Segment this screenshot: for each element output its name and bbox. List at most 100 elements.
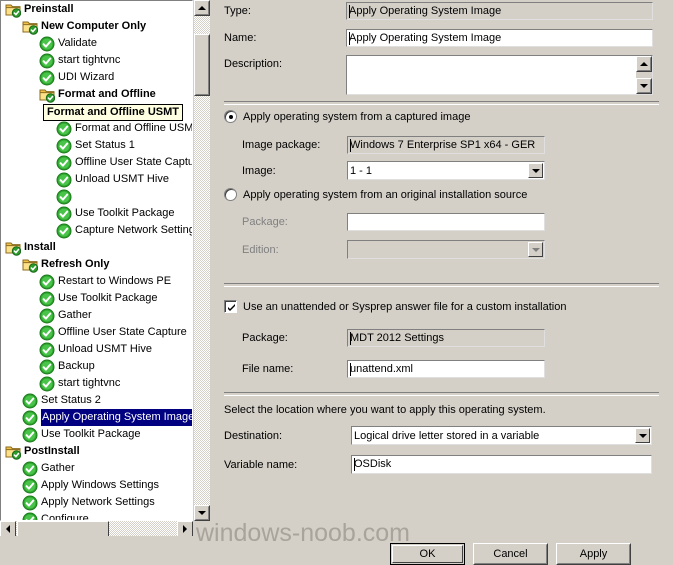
tree-node[interactable]: Preinstall [1,1,192,18]
radio-icon-selected [224,110,237,123]
tree-vertical-scrollbar[interactable] [194,0,210,521]
tree-node[interactable]: PostInstall [1,443,192,460]
scrollbar-thumb[interactable] [194,34,210,96]
scroll-up-button[interactable] [194,0,210,16]
scroll-right-button[interactable] [177,521,193,537]
original-source-radio[interactable]: Apply operating system from an original … [224,188,527,201]
tree-node-label: Format and Offline [58,88,156,100]
type-label: Type: [224,5,251,17]
tree-node[interactable]: start tightvnc [1,52,192,69]
green-check-icon [56,138,72,154]
scroll-left-button[interactable] [0,521,16,537]
folder-check-icon [22,257,38,273]
properties-form: Type: Apply Operating System Image Name:… [210,0,673,536]
tree-node[interactable]: New Computer Only [1,18,192,35]
green-check-icon [39,325,55,341]
scrollbar-thumb-horizontal[interactable] [17,521,109,537]
tree-node[interactable]: UDI Wizard [1,69,192,86]
chevron-down-icon[interactable] [528,163,543,178]
apply-button[interactable]: Apply [556,543,631,565]
tree-node-label: Apply Operating System Image [41,409,192,426]
tree-node[interactable]: Apply Network Settings [1,494,192,511]
description-input[interactable] [346,55,653,95]
original-package-label: Package: [242,216,288,228]
image-package-row: Image package: Windows 7 Enterprise SP1 … [242,136,545,154]
green-check-icon [56,155,72,171]
folder-check-icon [5,444,21,460]
tree-node[interactable]: Format and Offline [1,86,192,103]
tree-horizontal-scrollbar[interactable] [0,521,193,537]
name-row: Name: Apply Operating System Image [224,29,653,47]
unattend-package-row: Package: MDT 2012 Settings [242,329,545,347]
tree-node[interactable]: Gather [1,460,192,477]
tree-node-label: Use Toolkit Package [75,207,175,219]
dialog-button-row: OK Cancel Apply [390,543,631,565]
file-name-input[interactable]: unattend.xml [347,360,545,378]
edition-label: Edition: [242,243,279,256]
green-check-icon [22,495,38,511]
radio-icon-unselected [224,188,237,201]
tree-node[interactable]: Format and Offline USMT [1,120,192,137]
tree-node[interactable]: Refresh Only [1,256,192,273]
destination-row: Destination: Logical drive letter stored… [224,426,652,445]
unattend-package-label: Package: [242,332,288,344]
name-input[interactable]: Apply Operating System Image [346,29,653,47]
unattend-checkbox[interactable]: Use an unattended or Sysprep answer file… [224,300,566,313]
tree-node[interactable]: Use Toolkit Package [1,205,192,222]
tree-node[interactable]: Restart to Windows PE [1,273,192,290]
task-sequence-editor-dialog: Preinstall New Computer Only Validate start… [0,0,673,565]
tree-node[interactable]: Offline User State Capture [1,324,192,341]
tree-node-label: Unload USMT Hive [75,173,169,185]
divider-1 [224,101,659,105]
tree-node[interactable]: Offline User State Capture [1,154,192,171]
tree-node[interactable]: Backup [1,358,192,375]
cancel-label: Cancel [493,548,528,560]
tree-node-label: Apply Network Settings [41,496,155,508]
tree-node[interactable]: Use Toolkit Package [1,290,192,307]
green-check-icon [22,478,38,494]
tree-node-label: Unload USMT Hive [58,343,152,355]
green-check-icon [56,206,72,222]
variable-name-label: Variable name: [224,458,298,471]
task-sequence-tree[interactable]: Preinstall New Computer Only Validate start… [0,0,193,521]
tree-node[interactable]: start tightvnc [1,375,192,392]
tree-node[interactable]: Install [1,239,192,256]
green-check-icon [39,36,55,52]
destination-dropdown[interactable]: Logical drive letter stored in a variabl… [351,426,652,445]
tree-node[interactable]: Apply Operating System Image [1,409,192,426]
tree-node-label: Use Toolkit Package [41,428,141,440]
tree-node[interactable]: Set Status 1 [1,137,192,154]
tree-node[interactable]: Capture Network Settings [1,222,192,239]
folder-check-icon [22,19,38,35]
green-check-icon [56,172,72,188]
divider-3 [224,392,659,396]
arrow-down-icon [640,84,648,88]
green-check-icon [22,410,38,426]
tree-node[interactable]: Use Toolkit Package [1,426,192,443]
type-field: Apply Operating System Image [346,2,653,20]
destination-instruction-row: Select the location where you want to ap… [224,404,546,416]
destination-instruction: Select the location where you want to ap… [224,404,546,416]
cancel-button[interactable]: Cancel [473,543,548,565]
tree-node[interactable]: Configure [1,511,192,520]
image-dropdown[interactable]: 1 - 1 [347,161,545,180]
tree-node-label: Refresh Only [41,258,110,270]
tree-node[interactable]: Set Status 2 [1,392,192,409]
image-dropdown-value: 1 - 1 [350,165,373,177]
description-scrollbar[interactable] [636,56,652,94]
tree-node[interactable]: Validate [1,35,192,52]
tree-node-label: Capture Network Settings [75,224,193,236]
chevron-down-icon[interactable] [635,428,650,443]
tree-node[interactable]: Unload USMT Hive [1,171,192,188]
tree-node-label: Gather [58,309,92,321]
tree-node[interactable]: Apply Windows Settings [1,477,192,494]
variable-name-input[interactable]: OSDisk [351,455,652,474]
green-check-icon [22,461,38,477]
tree-node[interactable]: Gather [1,307,192,324]
tree-node[interactable]: Unload USMT Hive [1,341,192,358]
captured-image-radio[interactable]: Apply operating system from a captured i… [224,110,470,123]
green-check-icon [22,512,38,520]
tree-node-label: start tightvnc [58,54,121,66]
green-check-icon [22,393,38,409]
tree-node[interactable] [1,188,192,205]
